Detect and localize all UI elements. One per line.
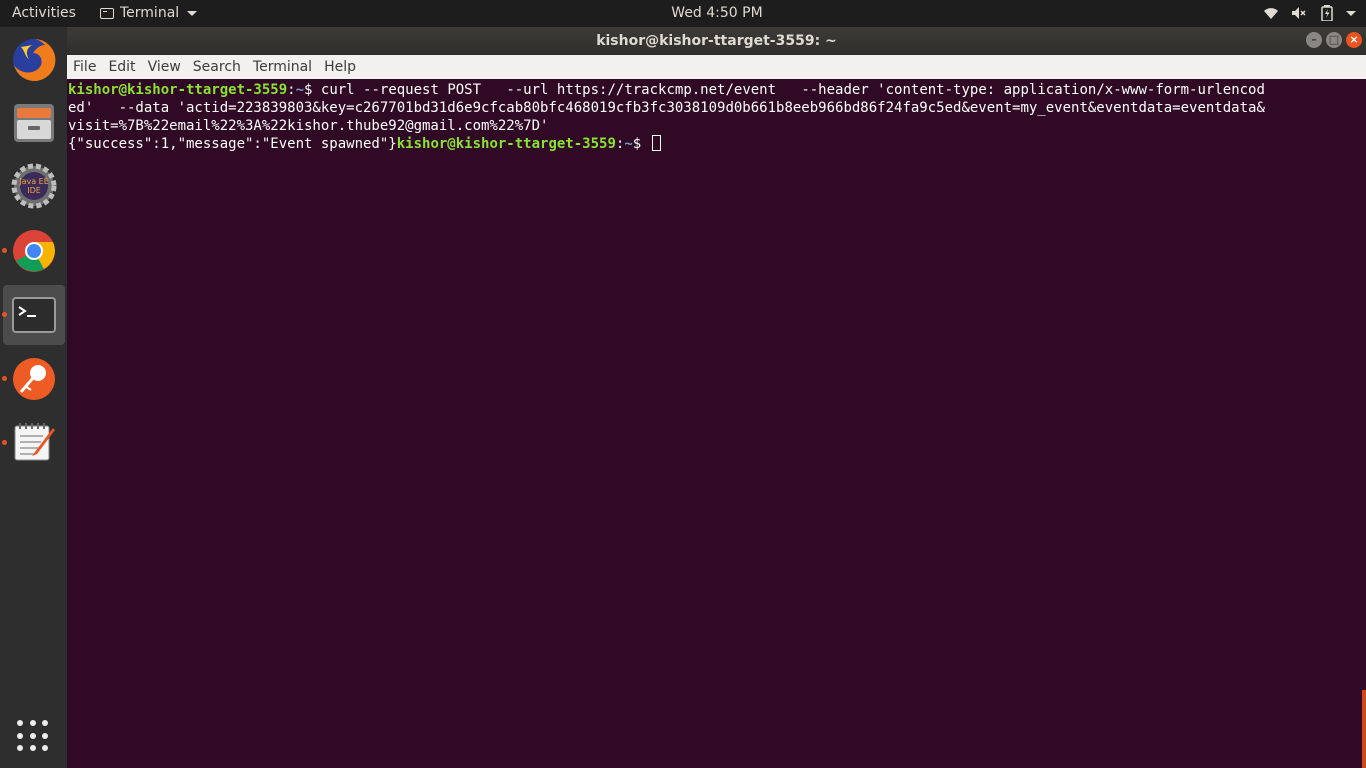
terminal-line: visit=%7B%22email%22%3A%22kishor.thube92…	[68, 118, 549, 134]
top-bar: Activities Terminal Wed 4:50 PM	[0, 0, 1366, 27]
dock-item-files[interactable]	[0, 91, 67, 153]
menu-edit[interactable]: Edit	[103, 55, 140, 79]
running-indicator	[2, 376, 7, 381]
java-ee-ide-icon: Java EE IDE	[11, 163, 56, 209]
activities-button[interactable]: Activities	[12, 5, 76, 21]
dock-item-java-ee-ide[interactable]: Java EE IDE	[0, 155, 67, 217]
terminal-line: {"success":1,"message":"Event spawned"}k…	[68, 135, 1365, 153]
running-indicator	[2, 440, 7, 445]
show-applications-button[interactable]	[17, 720, 49, 752]
dock-item-text-editor[interactable]	[0, 412, 67, 474]
system-tray[interactable]	[1262, 4, 1356, 22]
prompt-symbol: $	[632, 136, 650, 152]
menu-view[interactable]: View	[143, 55, 186, 79]
chevron-down-icon	[187, 10, 198, 16]
prompt-symbol: $	[304, 82, 321, 98]
app-menu-label: Terminal	[120, 5, 180, 21]
volume-muted-icon	[1290, 4, 1308, 22]
text-editor-icon	[14, 423, 55, 461]
terminal-output[interactable]: kishor@kishor-ttarget-3559:~$ curl --req…	[67, 79, 1366, 768]
files-icon	[13, 104, 54, 142]
running-indicator	[2, 312, 7, 317]
menu-file[interactable]: File	[68, 55, 101, 79]
prompt-path: ~	[295, 82, 305, 98]
battery-icon	[1318, 4, 1336, 22]
menu-search[interactable]: Search	[188, 55, 246, 79]
menu-help[interactable]: Help	[319, 55, 361, 79]
command-output: {"success":1,"message":"Event spawned"}	[68, 136, 397, 152]
chrome-icon	[12, 230, 55, 272]
dock-item-firefox[interactable]	[0, 29, 67, 91]
terminal-icon	[100, 7, 114, 19]
dock-item-postman[interactable]	[0, 348, 67, 410]
clock[interactable]: Wed 4:50 PM	[671, 5, 762, 21]
java-ee-ide-label: Java EE	[18, 177, 49, 186]
running-indicator	[2, 248, 7, 253]
terminal-icon	[11, 297, 56, 333]
menu-bar: File Edit View Search Terminal Help	[67, 55, 1366, 79]
prompt-path: ~	[624, 136, 633, 152]
window-title: kishor@kishor-ttarget-3559: ~	[596, 33, 837, 49]
terminal-line: kishor@kishor-ttarget-3559:~$ curl --req…	[68, 82, 1265, 98]
firefox-icon	[12, 38, 55, 81]
terminal-window: kishor@kishor-ttarget-3559: ~ – □ × File…	[67, 27, 1366, 768]
window-titlebar[interactable]: kishor@kishor-ttarget-3559: ~ – □ ×	[67, 27, 1366, 55]
text-cursor	[651, 135, 661, 151]
app-menu[interactable]: Terminal	[100, 5, 198, 21]
prompt-user: kishor@kishor-ttarget-3559	[68, 82, 288, 98]
dock-item-terminal[interactable]	[0, 284, 67, 346]
postman-icon	[12, 358, 55, 400]
minimize-button[interactable]: –	[1306, 32, 1322, 48]
svg-text:IDE: IDE	[27, 186, 41, 195]
terminal-line: ed' --data 'actid=223839803&key=c267701b…	[68, 100, 1265, 116]
wifi-icon	[1262, 4, 1280, 22]
scrollbar[interactable]	[1362, 690, 1366, 768]
menu-terminal[interactable]: Terminal	[248, 55, 317, 79]
command-text: curl --request POST --url https://trackc…	[320, 82, 1265, 98]
prompt-user: kishor@kishor-ttarget-3559	[396, 136, 616, 152]
close-button[interactable]: ×	[1346, 32, 1362, 48]
chevron-down-icon	[1346, 10, 1356, 16]
maximize-button[interactable]: □	[1326, 32, 1342, 48]
dock: Java EE IDE	[0, 27, 68, 768]
dock-item-chrome[interactable]	[0, 220, 67, 282]
